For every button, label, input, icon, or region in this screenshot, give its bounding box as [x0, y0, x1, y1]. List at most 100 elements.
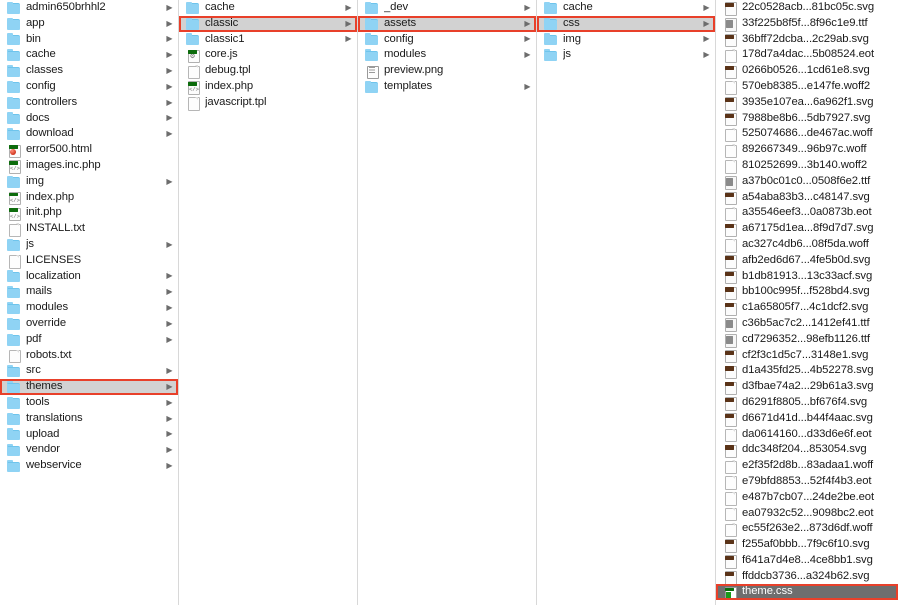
disclosure-arrow-icon[interactable]: ▶: [523, 51, 532, 59]
file-row[interactable]: js ▶: [0, 237, 178, 253]
disclosure-arrow-icon[interactable]: ▶: [702, 19, 711, 28]
file-row[interactable]: translations ▶: [0, 411, 178, 427]
file-row[interactable]: e79bfd8853...52f4f4b3.eot: [716, 474, 898, 490]
file-row[interactable]: ec55f263e2...873d6df.woff: [716, 521, 898, 538]
file-row[interactable]: a67175d1ea...8f9d7d7.svg: [716, 221, 898, 238]
file-row[interactable]: admin650brhhl2 ▶: [0, 0, 178, 16]
file-row[interactable]: e2f35f2d8b...83adaa1.woff: [716, 458, 898, 474]
disclosure-arrow-icon[interactable]: ▶: [344, 3, 353, 12]
file-row[interactable]: f641a7d4e8...4ce8bb1.svg: [716, 553, 898, 569]
file-row[interactable]: img ▶: [537, 32, 715, 48]
file-row[interactable]: a54aba83b3...c48147.svg: [716, 190, 898, 206]
disclosure-arrow-icon[interactable]: ▶: [165, 177, 174, 186]
file-row[interactable]: 33f225b8f5f...8f96c1e9.ttf: [716, 16, 898, 32]
file-row[interactable]: 22c0528acb...81bc05c.svg: [716, 0, 898, 16]
file-row[interactable]: 810252699...3b140.woff2: [716, 158, 898, 174]
file-row[interactable]: a35546eef3...0a0873b.eot: [716, 205, 898, 222]
file-row[interactable]: d3fbae74a2...29b61a3.svg: [716, 379, 898, 396]
disclosure-arrow-icon[interactable]: ▶: [165, 19, 174, 28]
file-row[interactable]: classic1 ▶: [179, 32, 357, 48]
file-row[interactable]: debug.tpl: [179, 63, 357, 80]
file-row[interactable]: e487b7cb07...24de2be.eot: [716, 490, 898, 506]
file-row[interactable]: 892667349...96b97c.woff: [716, 142, 898, 159]
file-row[interactable]: _dev ▶: [358, 0, 536, 16]
file-row[interactable]: webservice ▶: [0, 458, 178, 474]
file-row[interactable]: modules ▶: [0, 300, 178, 316]
file-row[interactable]: ea07932c52...9098bc2.eot: [716, 506, 898, 522]
file-row[interactable]: cache ▶: [179, 0, 357, 16]
file-row[interactable]: mails ▶: [0, 284, 178, 300]
file-row[interactable]: classic ▶: [179, 15, 357, 32]
file-row[interactable]: config ▶: [0, 79, 178, 95]
file-row[interactable]: config ▶: [358, 32, 536, 48]
disclosure-arrow-icon[interactable]: ▶: [165, 130, 174, 138]
file-row[interactable]: </> images.inc.php: [0, 158, 178, 174]
file-row[interactable]: d6671d41d...b44f4aac.svg: [716, 411, 898, 427]
disclosure-arrow-icon[interactable]: ▶: [344, 19, 353, 28]
disclosure-arrow-icon[interactable]: ▶: [165, 114, 174, 122]
file-row[interactable]: modules ▶: [358, 47, 536, 63]
file-row[interactable]: c1a65805f7...4c1dcf2.svg: [716, 300, 898, 317]
file-row[interactable]: pdf ▶: [0, 332, 178, 348]
file-row[interactable]: d6291f8805...bf676f4.svg: [716, 395, 898, 411]
file-row[interactable]: bb100c995f...f528bd4.svg: [716, 284, 898, 301]
file-row[interactable]: cache ▶: [0, 47, 178, 63]
file-row[interactable]: bin ▶: [0, 32, 178, 48]
file-row[interactable]: ⚙ core.js: [179, 47, 357, 64]
file-row[interactable]: error500.html: [0, 142, 178, 159]
file-row[interactable]: da0614160...d33d6e6f.eot: [716, 427, 898, 443]
file-row[interactable]: </> init.php: [0, 205, 178, 222]
disclosure-arrow-icon[interactable]: ▶: [165, 35, 174, 43]
file-row[interactable]: INSTALL.txt: [0, 221, 178, 238]
disclosure-arrow-icon[interactable]: ▶: [165, 3, 174, 12]
file-row[interactable]: controllers ▶: [0, 95, 178, 111]
file-row[interactable]: preview.png: [358, 63, 536, 80]
disclosure-arrow-icon[interactable]: ▶: [165, 98, 174, 107]
file-row[interactable]: ffddcb3736...a324b62.svg: [716, 569, 898, 585]
disclosure-arrow-icon[interactable]: ▶: [165, 288, 174, 296]
disclosure-arrow-icon[interactable]: ▶: [165, 272, 174, 280]
file-row[interactable]: upload ▶: [0, 427, 178, 443]
file-row[interactable]: ac327c4db6...08f5da.woff: [716, 237, 898, 253]
file-row[interactable]: a37b0c01c0...0508f6e2.ttf: [716, 174, 898, 190]
file-row[interactable]: d1a435fd25...4b52278.svg: [716, 363, 898, 380]
disclosure-arrow-icon[interactable]: ▶: [344, 35, 353, 43]
file-row[interactable]: b1db81913...13c33acf.svg: [716, 269, 898, 285]
disclosure-arrow-icon[interactable]: ▶: [702, 51, 711, 59]
file-row[interactable]: </> index.php: [0, 190, 178, 206]
file-row[interactable]: themes ▶: [0, 379, 178, 395]
disclosure-arrow-icon[interactable]: ▶: [165, 51, 174, 59]
file-row[interactable]: js ▶: [537, 47, 715, 63]
file-row[interactable]: cd7296352...98efb1126.ttf: [716, 332, 898, 348]
disclosure-arrow-icon[interactable]: ▶: [165, 398, 174, 407]
disclosure-arrow-icon[interactable]: ▶: [523, 3, 532, 12]
disclosure-arrow-icon[interactable]: ▶: [165, 446, 174, 454]
disclosure-arrow-icon[interactable]: ▶: [165, 82, 174, 91]
file-row[interactable]: 7988be8b6...5db7927.svg: [716, 111, 898, 127]
disclosure-arrow-icon[interactable]: ▶: [165, 430, 174, 438]
file-row[interactable]: 36bff72dcba...2c29ab.svg: [716, 32, 898, 48]
file-row[interactable]: c36b5ac7c2...1412ef41.ttf: [716, 316, 898, 332]
file-row[interactable]: 3935e107ea...6a962f1.svg: [716, 95, 898, 111]
file-row[interactable]: f255af0bbb...7f9c6f10.svg: [716, 537, 898, 553]
file-row[interactable]: 0266b0526...1cd61e8.svg: [716, 63, 898, 80]
disclosure-arrow-icon[interactable]: ▶: [702, 3, 711, 12]
file-row[interactable]: docs ▶: [0, 111, 178, 127]
file-row[interactable]: LICENSES: [0, 253, 178, 269]
disclosure-arrow-icon[interactable]: ▶: [165, 67, 174, 75]
disclosure-arrow-icon[interactable]: ▶: [165, 304, 174, 312]
file-row[interactable]: </> index.php: [179, 79, 357, 95]
disclosure-arrow-icon[interactable]: ▶: [523, 19, 532, 28]
disclosure-arrow-icon[interactable]: ▶: [165, 462, 174, 470]
file-row[interactable]: afb2ed6d67...4fe5b0d.svg: [716, 253, 898, 269]
disclosure-arrow-icon[interactable]: ▶: [523, 82, 532, 91]
file-row[interactable]: override ▶: [0, 316, 178, 332]
file-row[interactable]: app ▶: [0, 16, 178, 32]
disclosure-arrow-icon[interactable]: ▶: [165, 383, 174, 391]
file-row[interactable]: src ▶: [0, 363, 178, 379]
file-row[interactable]: cf2f3c1d5c7...3148e1.svg: [716, 348, 898, 364]
file-row[interactable]: theme.css: [716, 584, 898, 601]
file-row[interactable]: 525074686...de467ac.woff: [716, 126, 898, 143]
file-row[interactable]: download ▶: [0, 126, 178, 142]
file-row[interactable]: javascript.tpl: [179, 95, 357, 111]
